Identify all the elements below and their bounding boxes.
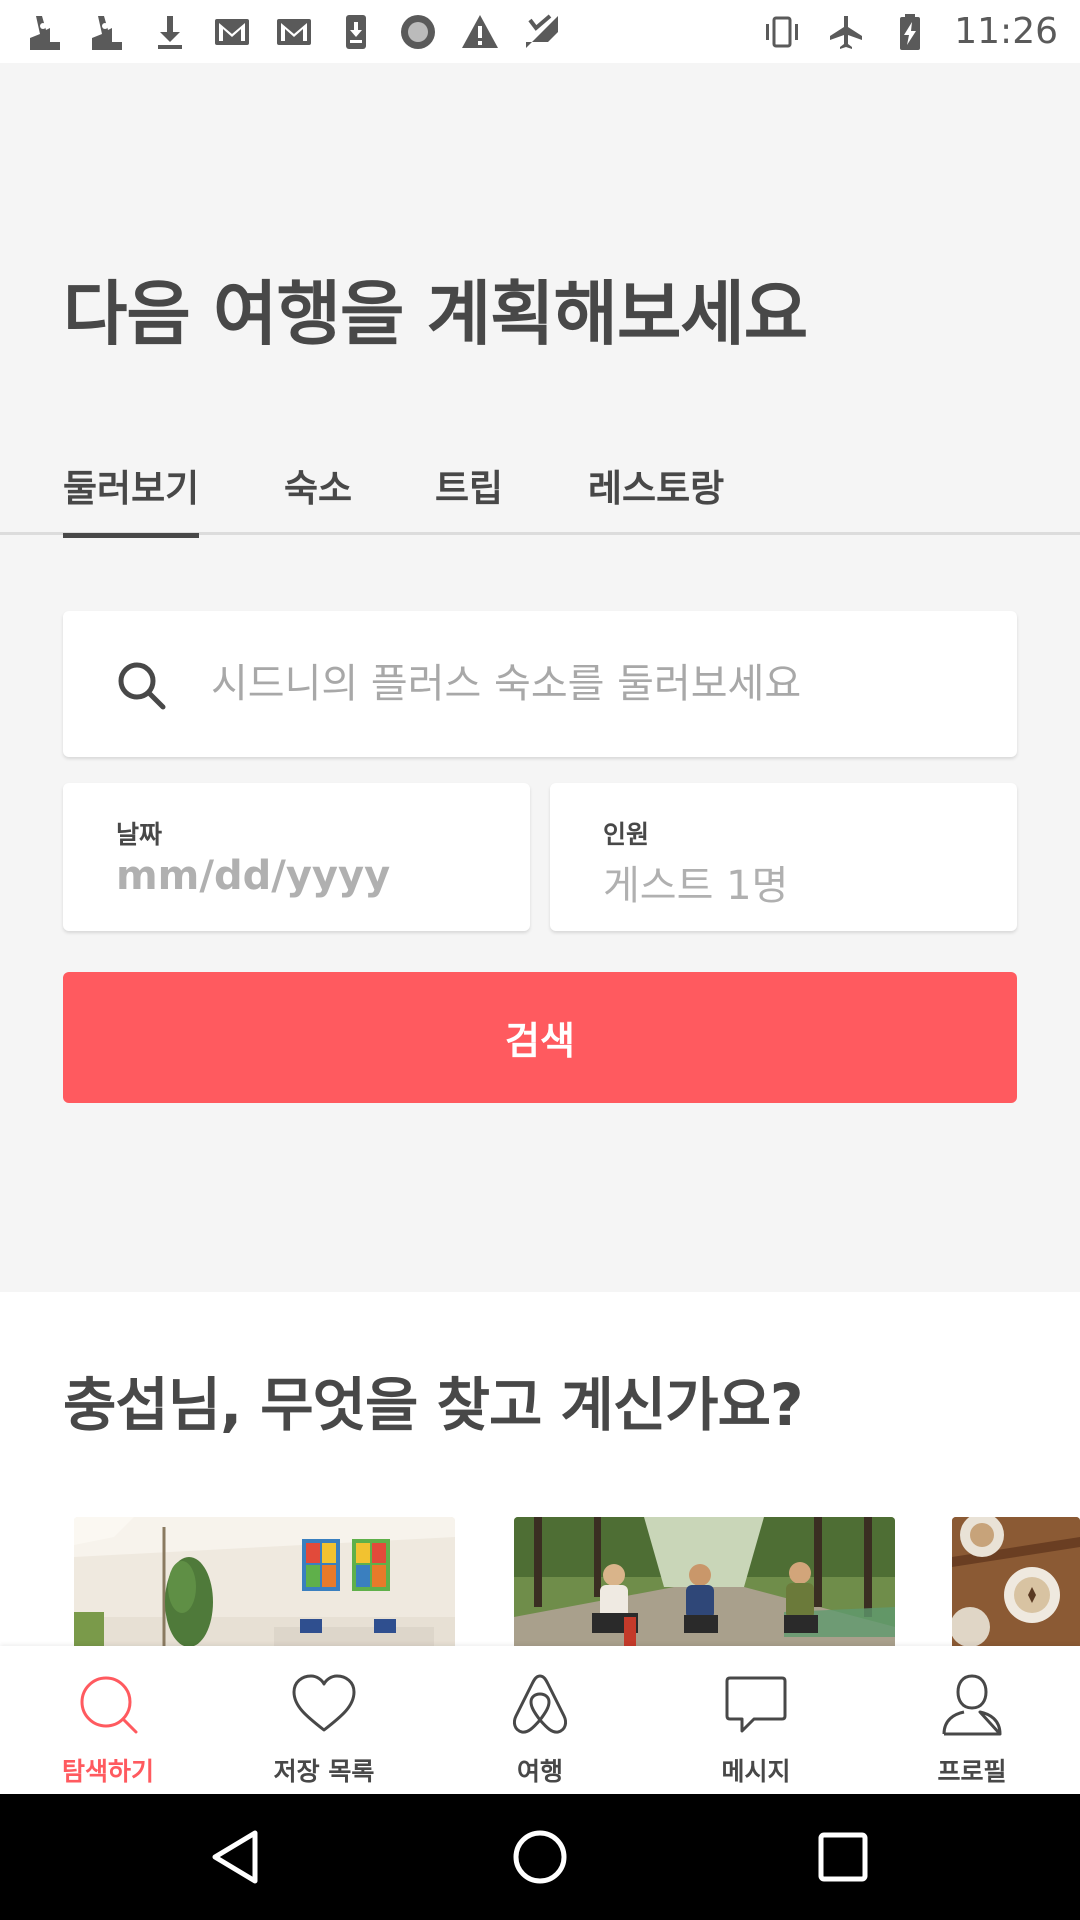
download-icon [150, 12, 190, 52]
living-room-photo[interactable] [74, 1517, 455, 1647]
search-button[interactable]: 검색 [63, 972, 1017, 1103]
profile-icon [942, 1674, 1002, 1736]
nav-profile[interactable]: 프로필 [864, 1646, 1080, 1794]
search-icon [80, 1676, 138, 1734]
search-placeholder: 시드니의 플러스 숙소를 둘러보세요 [211, 661, 802, 707]
notification-icons [26, 12, 562, 52]
guests-field[interactable]: 인원 게스트 1명 [550, 783, 1017, 931]
system-icons: 11:26 [762, 11, 1058, 52]
guests-value: 게스트 1명 [603, 863, 789, 909]
nav-explore[interactable]: 탐색하기 [0, 1646, 216, 1794]
tab-bar: 둘러보기 숙소 트립 레스토랑 [0, 443, 1080, 538]
gmail-icon [212, 12, 252, 52]
hero-section: 다음 여행을 계획해보세요 둘러보기 숙소 트립 레스토랑 시드니의 플러스 숙… [0, 63, 1080, 1292]
bottom-navigation: 탐색하기 저장 목록 여행 메시지 프로필 [0, 1646, 1080, 1794]
nav-messages[interactable]: 메시지 [648, 1646, 864, 1794]
date-label: 날짜 [116, 820, 163, 849]
tab-homes[interactable]: 숙소 [284, 443, 352, 535]
clock: 11:26 [954, 11, 1058, 52]
nav-label: 저장 목록 [273, 1757, 375, 1786]
food-photo[interactable] [952, 1517, 1080, 1647]
nav-label: 탐색하기 [61, 1757, 154, 1786]
system-navigation-bar [0, 1794, 1080, 1920]
warning-icon [460, 12, 500, 52]
nav-label: 여행 [516, 1757, 563, 1786]
page-title: 다음 여행을 계획해보세요 [63, 273, 808, 355]
recents-icon[interactable] [813, 1827, 873, 1887]
nav-saved[interactable]: 저장 목록 [216, 1646, 432, 1794]
signal-check-icon [522, 12, 562, 52]
home-icon[interactable] [510, 1827, 570, 1887]
nav-label: 메시지 [721, 1757, 791, 1786]
section-title: 충섭님, 무엇을 찾고 계신가요? [63, 1371, 804, 1439]
date-field[interactable]: 날짜 mm/dd/yyyy [63, 783, 530, 931]
airplane-icon [826, 12, 866, 52]
guests-label: 인원 [603, 820, 650, 849]
cycling-photo[interactable] [514, 1517, 895, 1647]
search-input[interactable]: 시드니의 플러스 숙소를 둘러보세요 [63, 611, 1017, 757]
status-bar: 11:26 [0, 0, 1080, 63]
battery-charging-icon [890, 12, 930, 52]
rabbit-icon [88, 12, 128, 52]
date-placeholder: mm/dd/yyyy [116, 853, 391, 899]
record-icon [398, 12, 438, 52]
heart-icon [292, 1674, 356, 1732]
tab-explore[interactable]: 둘러보기 [63, 443, 200, 538]
back-icon[interactable] [207, 1827, 267, 1887]
gmail-icon [274, 12, 314, 52]
tab-trips[interactable]: 트립 [435, 443, 503, 535]
nav-trips[interactable]: 여행 [432, 1646, 648, 1794]
tab-restaurants[interactable]: 레스토랑 [588, 443, 724, 535]
airbnb-logo-icon [512, 1674, 568, 1734]
search-icon [118, 662, 166, 710]
vibrate-icon [762, 12, 802, 52]
message-icon [725, 1676, 787, 1733]
nav-label: 프로필 [937, 1757, 1007, 1786]
rabbit-icon [26, 12, 66, 52]
phone-download-icon [336, 12, 376, 52]
